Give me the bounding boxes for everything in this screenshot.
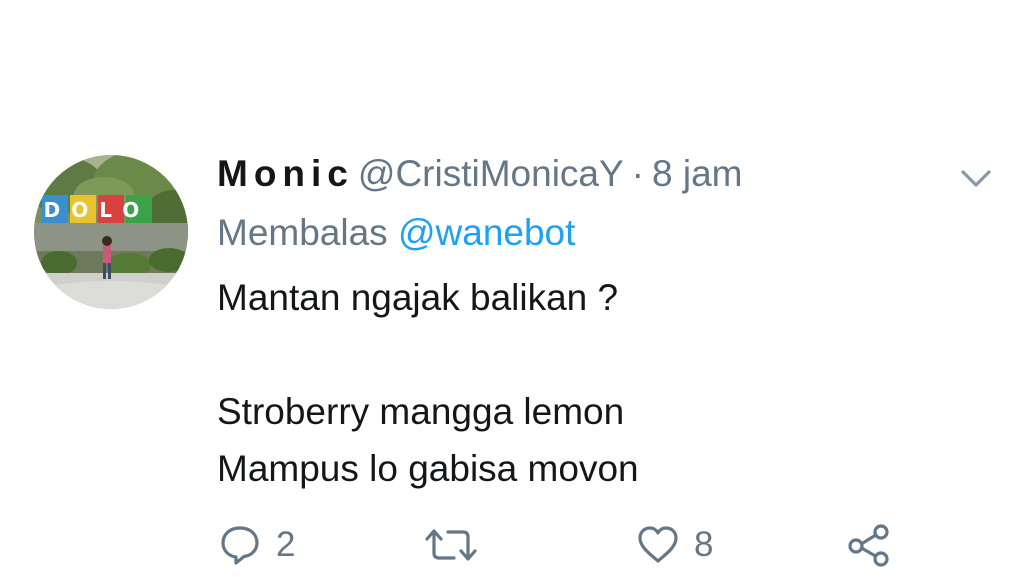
avatar-sign-text: DOLO bbox=[44, 198, 151, 222]
reply-prefix: Membalas bbox=[217, 212, 388, 253]
reply-context: Membalas @wanebot bbox=[217, 209, 575, 257]
chevron-down-icon bbox=[961, 170, 991, 187]
share-icon bbox=[848, 524, 889, 567]
user-handle[interactable]: @CristiMonicaY bbox=[358, 150, 624, 198]
reply-bubble-icon bbox=[221, 526, 259, 565]
tweet[interactable]: DOLO Monic @CristiMonicaY · 8 jam Membal… bbox=[0, 0, 1024, 577]
timestamp[interactable]: 8 jam bbox=[652, 150, 742, 198]
heart-icon bbox=[638, 526, 678, 563]
separator-dot: · bbox=[631, 153, 644, 194]
tweet-header: Monic @CristiMonicaY · 8 jam bbox=[217, 150, 742, 198]
more-options-button[interactable] bbox=[958, 164, 994, 192]
share-button[interactable] bbox=[846, 515, 892, 575]
reply-button[interactable]: 2 bbox=[218, 515, 295, 575]
avatar-image: DOLO bbox=[34, 155, 188, 309]
retweet-icon bbox=[425, 529, 477, 561]
reply-mention-link[interactable]: @wanebot bbox=[398, 212, 575, 253]
like-button[interactable]: 8 bbox=[636, 515, 713, 575]
reply-count: 2 bbox=[276, 525, 296, 564]
tweet-text: Mantan ngajak balikan ? Stroberry mangga… bbox=[217, 277, 639, 489]
avatar[interactable]: DOLO bbox=[34, 155, 188, 309]
like-count: 8 bbox=[694, 525, 714, 564]
tweet-actions: 2 8 bbox=[0, 515, 1024, 575]
display-name[interactable]: Monic bbox=[217, 150, 354, 198]
retweet-button[interactable] bbox=[424, 515, 492, 575]
